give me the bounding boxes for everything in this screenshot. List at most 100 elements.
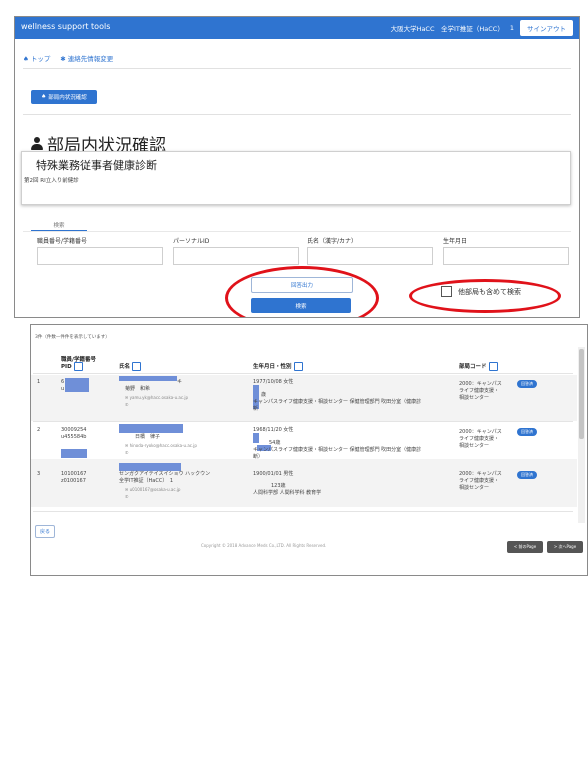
age: 123歳 bbox=[271, 483, 286, 489]
gear-icon: ✱ bbox=[60, 55, 66, 63]
birth-sex: 1968/11/20 女性 bbox=[253, 427, 294, 433]
redaction-block bbox=[119, 424, 183, 433]
redaction-block bbox=[253, 433, 259, 443]
birth-sex: 1900/01/01 男性 bbox=[253, 471, 294, 477]
sort-icon[interactable] bbox=[293, 362, 303, 371]
staff-id: 30009254 bbox=[61, 427, 87, 433]
col-header-name-label: 氏名 bbox=[119, 364, 131, 370]
highlight-oval-buttons bbox=[225, 266, 379, 317]
personal-id-input[interactable] bbox=[173, 247, 299, 265]
sort-icon[interactable] bbox=[488, 362, 498, 371]
redaction-block bbox=[61, 449, 87, 458]
dept-line3: 相談センター bbox=[459, 485, 490, 491]
name-label: 氏名（漢字/カナ） bbox=[307, 238, 358, 245]
main-window: wellness support tools 大阪大学HaCC 全学IT推証（H… bbox=[14, 16, 580, 318]
phone: ✆ bbox=[125, 402, 129, 407]
name-input[interactable] bbox=[307, 247, 433, 265]
next-page-button[interactable]: > 次へPage bbox=[547, 541, 583, 553]
name-kana: センガクアイテイスイショウ ハックウン bbox=[119, 471, 211, 477]
status-check-button[interactable]: ♠ 部局内状況確認 bbox=[31, 90, 97, 104]
dept-line2: ライフ健康支援・ bbox=[459, 478, 500, 484]
staff-id-input[interactable] bbox=[37, 247, 163, 265]
row-divider bbox=[33, 373, 573, 374]
row-divider bbox=[33, 421, 573, 422]
age: 歳 bbox=[261, 392, 267, 398]
row-number: 1 bbox=[37, 379, 41, 385]
signout-button[interactable]: サインアウト bbox=[520, 20, 573, 36]
redaction-block bbox=[119, 463, 181, 471]
user-org-label: 大阪大学HaCC 全学IT推証（HaCC） bbox=[390, 25, 504, 33]
birthdate-label: 生年月日 bbox=[443, 238, 468, 245]
status-check-label: 部局内状況確認 bbox=[48, 95, 87, 101]
dept-code: 2000：キャンパス bbox=[459, 381, 502, 387]
tab-search[interactable]: 検索 bbox=[31, 221, 87, 229]
divider bbox=[23, 231, 571, 232]
pid: u bbox=[61, 386, 65, 392]
pid: u455584b bbox=[61, 434, 87, 440]
redaction-block bbox=[65, 378, 89, 392]
email[interactable]: ✉ yamu.yk@hacc.osaka-u.ac.jp bbox=[125, 395, 188, 402]
back-button[interactable]: 戻る bbox=[35, 525, 55, 538]
divider bbox=[23, 114, 571, 115]
app-title[interactable]: wellness support tools bbox=[21, 22, 110, 31]
result-count: 3件（件数—件件を表示しています） bbox=[35, 335, 110, 340]
dept-code: 2000：キャンパス bbox=[459, 471, 502, 477]
birth-sex: 1977/10/08 女性 bbox=[253, 379, 294, 385]
email[interactable]: ✉ u0100167@osaka-u.ac.jp bbox=[125, 487, 180, 494]
email[interactable]: ✉ hinoda-ryoko@hacc.osaka-u.ac.jp bbox=[125, 443, 197, 450]
staff-id-label: 職員番号/学籍番号 bbox=[37, 238, 88, 245]
highlight-oval-checkbox bbox=[409, 279, 561, 313]
affiliation-cont: 新 bbox=[253, 406, 259, 412]
top-nav-bar: wellness support tools 大阪大学HaCC 全学IT推証（H… bbox=[15, 17, 579, 39]
status-badge: 回答済 bbox=[517, 471, 537, 479]
affiliation: 人間科学部 人間科学科 教育学 bbox=[253, 490, 322, 496]
row-number: 3 bbox=[37, 471, 41, 477]
col-header-pid[interactable]: PID bbox=[61, 362, 83, 371]
breadcrumb: ♠ トップ ✱ 連絡先情報変更 bbox=[15, 53, 579, 63]
contact-change-link[interactable]: ✱ 連絡先情報変更 bbox=[60, 53, 113, 63]
col-header-birth-label: 生年月日・性別 bbox=[253, 364, 292, 370]
status-badge: 回答済 bbox=[517, 380, 537, 388]
person-name: 全学IT推証（HaCC） 1 bbox=[119, 478, 174, 484]
redaction-block bbox=[119, 376, 177, 381]
col-header-birth[interactable]: 生年月日・性別 bbox=[253, 362, 303, 371]
sort-icon[interactable] bbox=[73, 362, 83, 371]
phone: ✆ bbox=[125, 494, 129, 499]
affiliation: キャンパスライフ健康支援・相談センター 保健管理部門 吹田分室（健康診 bbox=[253, 399, 422, 405]
table-row[interactable]: 1 6 u キ 菊野 和希 ✉ yamu.yk@hacc.osaka-u.ac.… bbox=[31, 375, 577, 421]
exam-subtitle: 第2回 RI立入り前健診 bbox=[24, 178, 79, 184]
row-divider bbox=[33, 511, 573, 512]
personal-id-label: パーソナルID bbox=[173, 238, 210, 245]
user-separator: 1 bbox=[509, 24, 514, 32]
dept-line3: 相談センター bbox=[459, 443, 490, 449]
affiliation: キャンパスライフ健康支援・相談センター 保健管理部門 吹田分室（健康診 bbox=[253, 447, 422, 453]
row-number: 2 bbox=[37, 427, 41, 433]
status-badge: 回答済 bbox=[517, 428, 537, 436]
contact-change-label: 連絡先情報変更 bbox=[67, 55, 114, 63]
results-window: 3件（件数—件件を表示しています） 職員/学籍番号 PID 氏名 生年月日・性別… bbox=[30, 324, 588, 576]
home-icon: ♠ bbox=[23, 55, 29, 63]
col-header-dept-label: 部局コード bbox=[459, 364, 487, 370]
col-header-dept[interactable]: 部局コード bbox=[459, 362, 498, 371]
divider bbox=[23, 68, 571, 69]
col-header-name[interactable]: 氏名 bbox=[119, 362, 142, 371]
home-link[interactable]: ♠ トップ bbox=[23, 53, 50, 63]
pid: z0100167 bbox=[61, 478, 86, 484]
staff-id: 6 bbox=[61, 379, 65, 385]
home-link-label: トップ bbox=[30, 55, 51, 63]
col-header-pid-label: PID bbox=[61, 364, 72, 370]
dept-line2: ライフ健康支援・ bbox=[459, 388, 500, 394]
exam-title: 特殊業務従事者健康診断 bbox=[36, 159, 157, 172]
home-icon: ♠ bbox=[41, 94, 47, 100]
scrollbar-thumb[interactable] bbox=[579, 349, 584, 439]
name-kana: キ bbox=[177, 379, 183, 385]
prev-page-button[interactable]: < 前のPage bbox=[507, 541, 543, 553]
sort-icon[interactable] bbox=[132, 362, 142, 371]
user-area: 大阪大学HaCC 全学IT推証（HaCC） 1 サインアウト bbox=[391, 20, 573, 36]
exam-panel: 特殊業務従事者健康診断 第2回 RI立入り前健診 bbox=[21, 151, 571, 205]
phone: ✆ bbox=[125, 450, 129, 455]
person-name: 日橋 律子 bbox=[135, 434, 161, 440]
birthdate-input[interactable] bbox=[443, 247, 569, 265]
table-row[interactable]: 3 10100167 z0100167 センガクアイテイスイショウ ハックウン … bbox=[31, 459, 577, 507]
copyright: Copyright © 2018 Advance Meds Co.,LTD. A… bbox=[201, 543, 327, 548]
